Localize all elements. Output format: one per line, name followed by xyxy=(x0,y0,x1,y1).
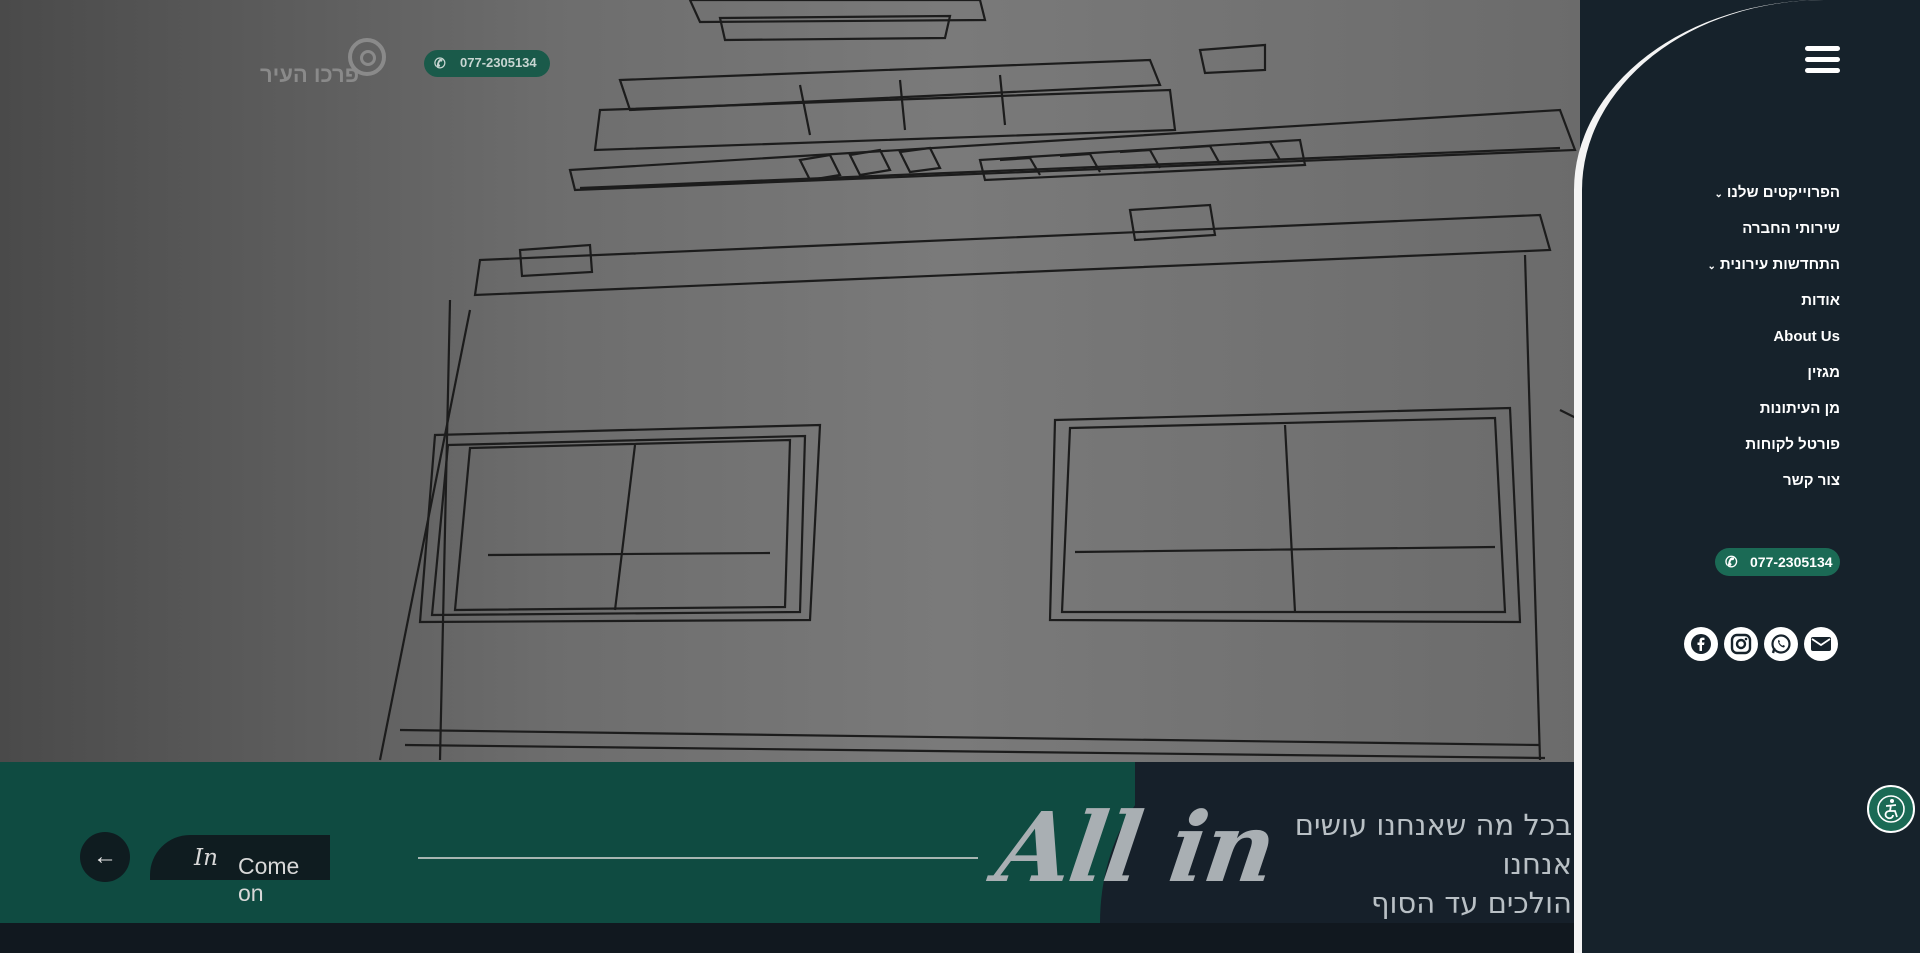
menu-item-magazine[interactable]: מגזין xyxy=(1600,362,1840,398)
header-phone-button[interactable]: ✆ 077-2305134 xyxy=(424,50,550,77)
menu-item-services[interactable]: שירותי החברה xyxy=(1600,218,1840,254)
hero-image xyxy=(0,0,1580,762)
menu-item-about-us[interactable]: About Us xyxy=(1600,326,1840,362)
building-sketch xyxy=(378,0,1580,761)
phone-icon: ✆ xyxy=(1725,554,1738,571)
menu-item-contact[interactable]: צור קשר xyxy=(1600,470,1840,506)
phone-icon: ✆ xyxy=(434,55,446,71)
hero-tagline-line1: בכל מה שאנחנו עושים אנחנו xyxy=(1294,808,1572,881)
chevron-down-icon: ⌄ xyxy=(1714,189,1723,200)
menu-item-label: About Us xyxy=(1773,328,1840,345)
header-phone-number: 077-2305134 xyxy=(460,55,537,70)
whatsapp-icon[interactable] xyxy=(1764,627,1798,661)
hamburger-icon[interactable] xyxy=(1805,46,1840,73)
side-nav: הפרוייקטים שלנו⌄ שירותי החברה התחדשות עי… xyxy=(1600,182,1841,506)
menu-item-label: אודות xyxy=(1801,292,1840,309)
come-on-label: Come on xyxy=(238,853,300,906)
arrow-left-icon[interactable]: ← xyxy=(80,832,130,882)
side-phone-number: 077-2305134 xyxy=(1750,554,1833,570)
menu-item-about[interactable]: אודות xyxy=(1600,290,1840,326)
menu-item-label: מגזין xyxy=(1807,364,1840,381)
menu-item-label: מן העיתונות xyxy=(1759,400,1840,417)
all-in-heading: All in xyxy=(990,791,1282,904)
chevron-down-icon: ⌄ xyxy=(1707,261,1716,272)
logo[interactable]: פרכו העיר xyxy=(260,38,386,88)
menu-item-client-portal[interactable]: פורטל לקוחות xyxy=(1600,434,1840,470)
page-footer-strip xyxy=(0,923,1580,953)
menu-item-urban-renewal[interactable]: התחדשות עירונית⌄ xyxy=(1600,254,1841,290)
menu-item-press[interactable]: מן העיתונות xyxy=(1600,398,1840,434)
come-on-in-button[interactable]: Come on In xyxy=(150,835,330,906)
side-phone-button[interactable]: ✆ 077-2305134 xyxy=(1715,548,1840,576)
hero-tagline-line2: הולכים עד הסוף xyxy=(1370,886,1572,920)
menu-item-label: הפרוייקטים שלנו xyxy=(1726,184,1840,201)
email-icon[interactable] xyxy=(1804,627,1838,661)
menu-item-label: שירותי החברה xyxy=(1742,220,1840,237)
divider-line xyxy=(418,857,978,859)
instagram-icon[interactable] xyxy=(1724,627,1758,661)
menu-item-projects[interactable]: הפרוייקטים שלנו⌄ xyxy=(1600,182,1841,218)
hero-tagline: בכל מה שאנחנו עושים אנחנו הולכים עד הסוף xyxy=(1232,806,1572,923)
come-on-script: In xyxy=(194,845,218,871)
accessibility-icon[interactable] xyxy=(1867,785,1915,833)
logo-text: פרכו העיר xyxy=(260,62,360,87)
facebook-icon[interactable] xyxy=(1684,627,1718,661)
menu-item-label: צור קשר xyxy=(1783,472,1840,489)
menu-item-label: התחדשות עירונית xyxy=(1719,256,1840,273)
menu-item-label: פורטל לקוחות xyxy=(1745,436,1840,453)
